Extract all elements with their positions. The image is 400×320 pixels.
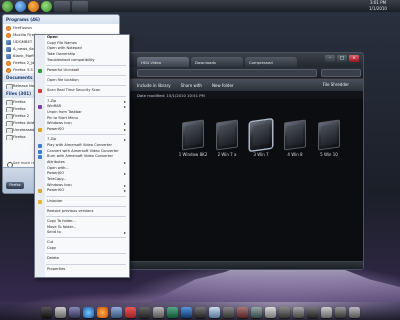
- programs-heading: Programs (46): [3, 15, 119, 24]
- dock-app-icon[interactable]: [68, 307, 80, 318]
- dock-app-icon[interactable]: [292, 307, 304, 318]
- app-icon[interactable]: [41, 0, 52, 12]
- dock-app-icon[interactable]: [334, 307, 346, 318]
- folder-icon: [182, 119, 204, 151]
- internet-explorer-icon[interactable]: [15, 0, 26, 12]
- folder-label: 5 Win 10: [320, 152, 338, 157]
- dock-app-icon[interactable]: [110, 307, 122, 318]
- context-menu-item[interactable]: Send to: [35, 230, 129, 236]
- dock-app-icon[interactable]: [194, 307, 206, 318]
- dock-app-icon[interactable]: [250, 307, 262, 318]
- context-menu-item[interactable]: Powerful Uninstall: [35, 68, 129, 74]
- dock-app-icon[interactable]: [208, 307, 220, 318]
- dock-app-icon[interactable]: [348, 307, 360, 318]
- context-menu-item[interactable]: PowerISO: [35, 188, 129, 194]
- context-menu-item[interactable]: Delete: [35, 256, 129, 262]
- context-menu[interactable]: Open Copy File Names Open with Notepad Take…: [34, 34, 130, 278]
- dock-app-icon[interactable]: [40, 307, 52, 318]
- dock-app-icon[interactable]: [54, 307, 66, 318]
- system-clock[interactable]: 3:01 PM 1/1/2010: [358, 0, 398, 12]
- dock-app-icon[interactable]: [96, 307, 108, 318]
- clock-date: 1/1/2010: [369, 5, 387, 11]
- minimize-button[interactable]: –: [325, 55, 335, 62]
- context-menu-item[interactable]: Scan Real Time Security Scan: [35, 88, 129, 94]
- details-info: Date modified: 15/1/2010 10:51 PM: [117, 91, 363, 99]
- start-orb-icon[interactable]: [2, 0, 13, 12]
- start-search-box[interactable]: Firefox: [6, 182, 24, 189]
- dock-app-icon[interactable]: [236, 307, 248, 318]
- tab-compressed[interactable]: Compressed: [245, 57, 297, 67]
- dock-app-icon[interactable]: [222, 307, 234, 318]
- taskbar-window-button[interactable]: [72, 0, 88, 12]
- top-taskbar: 3:01 PM 1/1/2010: [0, 0, 400, 12]
- close-button[interactable]: ×: [349, 55, 359, 62]
- dock-app-icon[interactable]: [166, 307, 178, 318]
- window-controls: – □ ×: [325, 55, 359, 62]
- folder-icon: [284, 119, 306, 151]
- folder-icon: [216, 119, 238, 151]
- context-menu-item[interactable]: PowerISO: [35, 127, 129, 133]
- context-menu-item[interactable]: Open file location: [35, 78, 129, 84]
- dock-app-icon[interactable]: [320, 307, 332, 318]
- tab-downloads[interactable]: Downloads: [191, 57, 243, 67]
- search-input[interactable]: [321, 69, 361, 77]
- start-menu-result[interactable]: FireFusion: [3, 24, 119, 31]
- dock-app-icon[interactable]: [152, 307, 164, 318]
- dock-app-icon[interactable]: [124, 307, 136, 318]
- folder-item[interactable]: 5 Win 10: [313, 119, 345, 161]
- dock-app-icon[interactable]: [264, 307, 276, 318]
- share-with-button[interactable]: Share with: [181, 83, 202, 88]
- dock-app-icon[interactable]: [180, 307, 192, 318]
- tab-hd4-video[interactable]: HD4 Video: [137, 57, 189, 67]
- firefox-icon[interactable]: [28, 0, 39, 12]
- maximize-button[interactable]: □: [337, 55, 347, 62]
- dock-app-icon[interactable]: [138, 307, 150, 318]
- folder-icon: [250, 119, 272, 151]
- dock-app-icon[interactable]: [306, 307, 318, 318]
- dock-app-icon[interactable]: [82, 307, 94, 318]
- context-menu-item[interactable]: Copy: [35, 246, 129, 252]
- address-bar[interactable]: [137, 69, 317, 77]
- context-menu-item[interactable]: Restore previous versions: [35, 209, 129, 215]
- dock: [0, 302, 400, 320]
- file-list[interactable]: 1 Window 8K2 2 Win 7 a 3 Win 7 4 Win 8 5…: [117, 99, 363, 263]
- context-menu-item[interactable]: Properties: [35, 267, 129, 273]
- new-folder-button[interactable]: New folder: [212, 83, 234, 88]
- taskbar-window-button[interactable]: [54, 0, 70, 12]
- context-menu-item[interactable]: Troubleshoot compatibility: [35, 58, 129, 64]
- file-shredder-button[interactable]: File Shredder: [323, 82, 349, 87]
- folder-icon: [318, 119, 340, 151]
- include-in-library-button[interactable]: Include in library: [137, 83, 171, 88]
- dock-app-icon[interactable]: [278, 307, 290, 318]
- context-menu-item[interactable]: Unlocker: [35, 199, 129, 205]
